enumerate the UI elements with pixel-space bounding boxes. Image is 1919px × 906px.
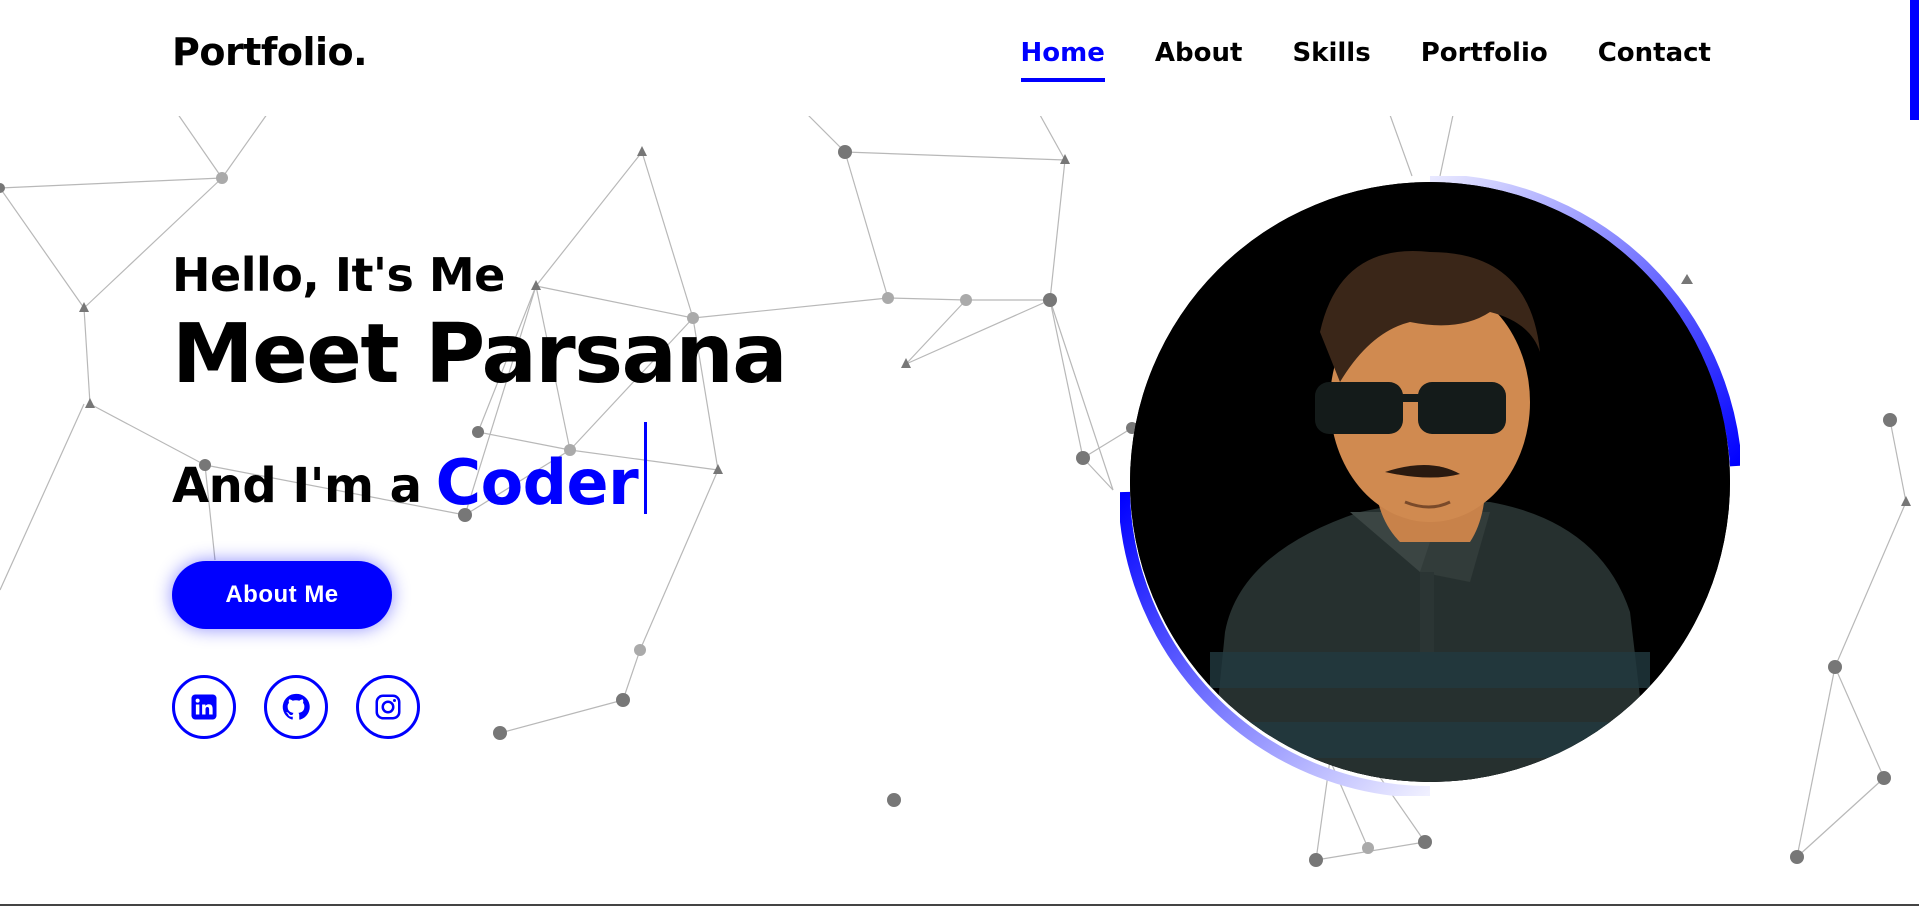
scroll-indicator (1910, 0, 1919, 120)
social-links (172, 675, 420, 739)
nav-portfolio[interactable]: Portfolio (1421, 38, 1548, 82)
avatar-illustration (1130, 182, 1730, 782)
about-me-button[interactable]: About Me (172, 561, 392, 629)
typing-caret (644, 422, 648, 515)
logo[interactable]: Portfolio. (172, 30, 368, 74)
profile-portrait (1120, 176, 1740, 796)
github-link[interactable] (264, 675, 328, 739)
hero-text: Hello, It's Me Meet Parsana And I'm a Co… (172, 248, 788, 520)
role-prefix: And I'm a (172, 458, 422, 515)
main-nav: Home About Skills Portfolio Contact (971, 38, 1711, 82)
role-typed-word: Coder (435, 446, 639, 520)
avatar (1130, 182, 1730, 782)
instagram-link[interactable] (356, 675, 420, 739)
nav-contact[interactable]: Contact (1598, 38, 1711, 82)
hero-name: Meet Parsana (172, 307, 788, 402)
linkedin-link[interactable] (172, 675, 236, 739)
hero-greeting: Hello, It's Me (172, 248, 505, 302)
instagram-icon (375, 694, 401, 720)
linkedin-icon (191, 694, 217, 720)
nav-skills[interactable]: Skills (1292, 38, 1370, 82)
site-header: Portfolio. Home About Skills Portfolio C… (0, 0, 1919, 116)
nav-home[interactable]: Home (1020, 38, 1105, 82)
nav-about[interactable]: About (1155, 38, 1243, 82)
github-icon (282, 693, 310, 720)
hero-role: And I'm a Coder (172, 422, 786, 520)
